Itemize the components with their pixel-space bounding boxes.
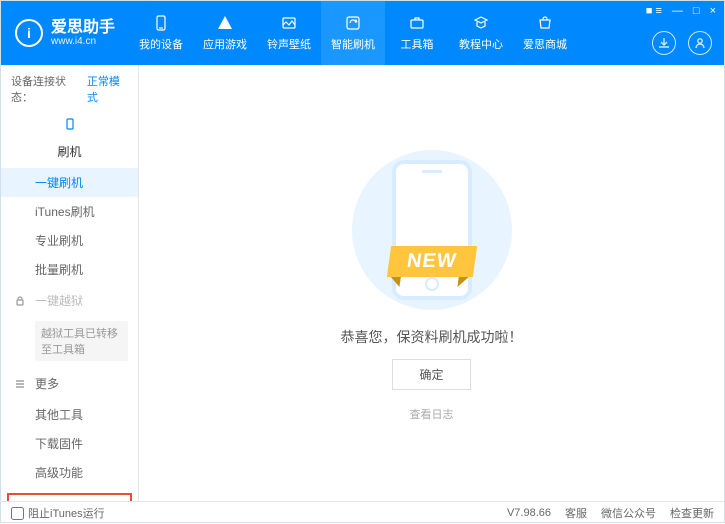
nav-store[interactable]: 爱思商城	[513, 1, 577, 65]
nav-label: 教程中心	[459, 36, 503, 52]
sidebar-item-one-click-flash[interactable]: 一键刷机	[1, 168, 138, 197]
store-icon	[536, 14, 554, 32]
window-min-icon[interactable]: —	[672, 5, 683, 17]
group-title: 刷机	[57, 143, 81, 160]
brand-url: www.i4.cn	[51, 36, 115, 47]
success-illustration: NEW	[342, 145, 522, 315]
wallpaper-icon	[280, 14, 298, 32]
nav-label: 智能刷机	[331, 36, 375, 52]
footer-service-link[interactable]: 客服	[565, 505, 587, 521]
sidebar-item-download-fw[interactable]: 下载固件	[1, 429, 138, 458]
nav-ringtones[interactable]: 铃声壁纸	[257, 1, 321, 65]
app-header: i 爱思助手 www.i4.cn 我的设备 应用游戏 铃声壁纸 智能刷机 工具箱…	[1, 1, 724, 65]
nav-apps[interactable]: 应用游戏	[193, 1, 257, 65]
brand-logo-icon: i	[15, 19, 43, 47]
view-log-link[interactable]: 查看日志	[410, 406, 454, 422]
sidebar-item-advanced[interactable]: 高级功能	[1, 458, 138, 487]
nav-my-device[interactable]: 我的设备	[129, 1, 193, 65]
window-close-icon[interactable]: ×	[710, 5, 716, 17]
success-message: 恭喜您，保资料刷机成功啦！	[341, 327, 523, 347]
brand-block: i 爱思助手 www.i4.cn	[1, 1, 129, 65]
nav-label: 我的设备	[139, 36, 183, 52]
brand-title: 爱思助手	[51, 19, 115, 37]
ok-button[interactable]: 确定	[392, 359, 470, 390]
phone-icon	[63, 117, 77, 131]
jailbreak-note: 越狱工具已转移至工具箱	[35, 321, 128, 361]
menu-icon	[13, 377, 27, 391]
nav-label: 爱思商城	[523, 36, 567, 52]
block-itunes-checkbox[interactable]: 阻止iTunes运行	[11, 505, 105, 521]
version-label: V7.98.66	[507, 507, 551, 519]
tutorial-icon	[472, 14, 490, 32]
sidebar-group-more[interactable]: 更多	[1, 367, 138, 400]
sidebar-group-jailbreak[interactable]: 一键越狱	[1, 284, 138, 317]
footer-wechat-link[interactable]: 微信公众号	[601, 505, 656, 521]
footer-update-link[interactable]: 检查更新	[670, 505, 714, 521]
user-button[interactable]	[688, 31, 712, 55]
window-settings-icon[interactable]: ■ ≡	[646, 5, 662, 17]
status-mode: 正常模式	[87, 73, 128, 105]
nav-flash[interactable]: 智能刷机	[321, 1, 385, 65]
nav-label: 铃声壁纸	[267, 36, 311, 52]
download-button[interactable]	[652, 31, 676, 55]
top-nav: 我的设备 应用游戏 铃声壁纸 智能刷机 工具箱 教程中心 爱思商城	[129, 1, 724, 65]
nav-toolbox[interactable]: 工具箱	[385, 1, 449, 65]
new-banner: NEW	[386, 246, 476, 277]
main-panel: NEW 恭喜您，保资料刷机成功啦！ 确定 查看日志	[139, 65, 724, 501]
window-max-icon[interactable]: □	[693, 5, 700, 17]
checkbox-label: 阻止iTunes运行	[28, 505, 105, 521]
flash-icon	[344, 14, 362, 32]
toolbox-icon	[408, 14, 426, 32]
window-controls: ■ ≡ — □ ×	[646, 5, 716, 17]
group-title: 一键越狱	[35, 292, 83, 309]
connection-status: 设备连接状态： 正常模式	[1, 65, 138, 113]
device-icon	[152, 14, 170, 32]
lock-icon	[13, 294, 27, 308]
sidebar: 设备连接状态： 正常模式 刷机 一键刷机 iTunes刷机 专业刷机 批量刷机 …	[1, 65, 139, 501]
status-label: 设备连接状态：	[11, 73, 83, 105]
sidebar-item-other-tools[interactable]: 其他工具	[1, 400, 138, 429]
nav-label: 工具箱	[401, 36, 434, 52]
options-highlight-box: 自动激活 跳过向导	[7, 493, 132, 501]
group-title: 更多	[35, 375, 59, 392]
status-bar: 阻止iTunes运行 V7.98.66 客服 微信公众号 检查更新	[1, 501, 724, 524]
sidebar-item-itunes-flash[interactable]: iTunes刷机	[1, 197, 138, 226]
nav-tutorials[interactable]: 教程中心	[449, 1, 513, 65]
apps-icon	[216, 14, 234, 32]
sidebar-group-flash[interactable]: 刷机	[1, 113, 138, 168]
sidebar-item-batch-flash[interactable]: 批量刷机	[1, 255, 138, 284]
nav-label: 应用游戏	[203, 36, 247, 52]
sidebar-item-pro-flash[interactable]: 专业刷机	[1, 226, 138, 255]
